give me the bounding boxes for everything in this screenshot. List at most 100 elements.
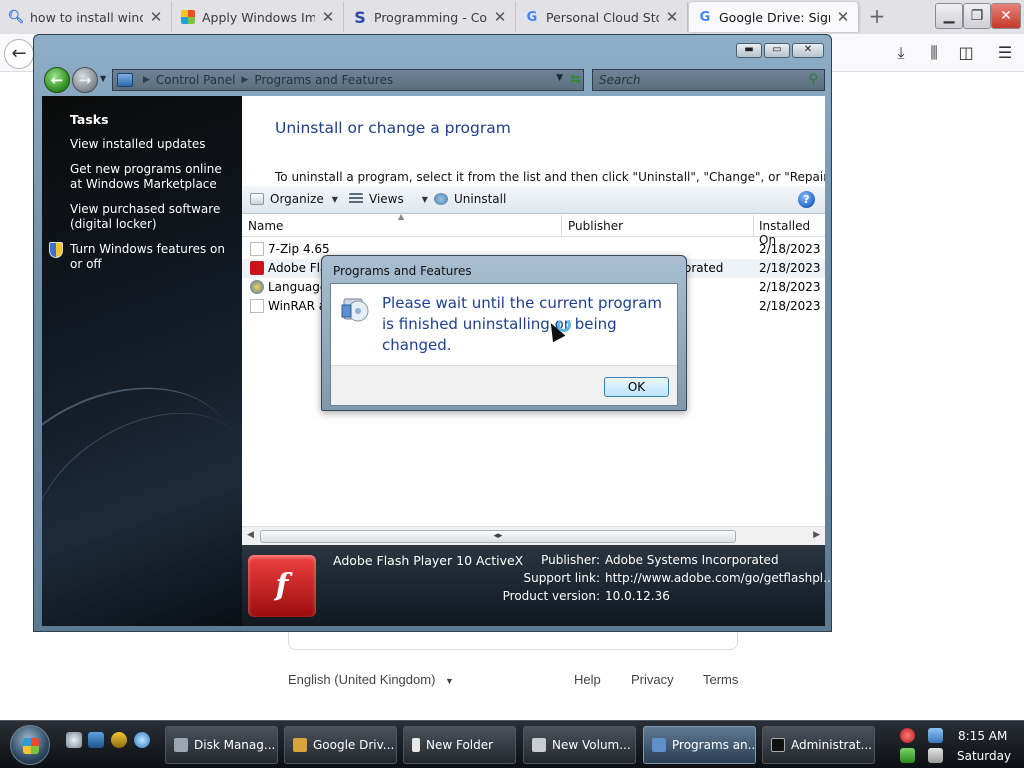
recent-pages-icon[interactable]: ▼ bbox=[100, 74, 106, 83]
sidebar-icon[interactable]: ◫ bbox=[955, 42, 977, 64]
maximize-button[interactable]: ❐ bbox=[963, 3, 991, 29]
help-link[interactable]: Help bbox=[574, 672, 601, 687]
program-publisher: orated bbox=[684, 261, 724, 275]
forward-arrow-icon[interactable]: → bbox=[72, 67, 98, 93]
quick-launch-icon[interactable] bbox=[111, 732, 127, 748]
scroll-left-icon[interactable]: ◀ bbox=[247, 530, 254, 540]
dialog-title: Programs and Features bbox=[333, 264, 472, 278]
menu-icon[interactable]: ☰ bbox=[994, 42, 1016, 64]
dialog-footer: OK bbox=[331, 365, 677, 405]
tasks-heading: Tasks bbox=[70, 112, 109, 127]
maximize-button[interactable]: ▭ bbox=[764, 43, 790, 58]
column-publisher[interactable]: Publisher bbox=[568, 219, 623, 233]
tab-apply-windows-image[interactable]: Apply Windows Ima ✕ bbox=[172, 2, 344, 32]
refresh-icon[interactable]: ⇆ bbox=[570, 72, 581, 87]
terms-link[interactable]: Terms bbox=[703, 672, 738, 687]
close-icon[interactable]: ✕ bbox=[321, 8, 335, 26]
support-link-value[interactable]: http://www.adobe.com/go/getflashpl... bbox=[605, 571, 835, 585]
chevron-down-icon[interactable]: ▼ bbox=[556, 73, 563, 83]
window-title-bar[interactable]: ▬ ▭ ✕ bbox=[34, 35, 831, 65]
close-icon[interactable]: ✕ bbox=[836, 8, 850, 26]
internet-explorer-icon[interactable] bbox=[134, 732, 150, 748]
column-name[interactable]: Name bbox=[248, 219, 283, 233]
breadcrumb-separator-icon: ▶ bbox=[143, 75, 150, 85]
close-icon[interactable]: ✕ bbox=[493, 8, 507, 26]
organize-icon bbox=[250, 193, 264, 205]
tab-how-to-install[interactable]: 🔍︎ how to install windo ✕ bbox=[0, 2, 172, 32]
security-alert-icon[interactable] bbox=[900, 728, 915, 743]
horizontal-scrollbar[interactable]: ◀ ◂▸ ▶ bbox=[242, 526, 825, 545]
windows-logo-icon bbox=[23, 738, 39, 754]
google-card-edge bbox=[288, 632, 738, 650]
close-window-button[interactable]: ✕ bbox=[792, 43, 824, 58]
scroll-right-icon[interactable]: ▶ bbox=[813, 530, 820, 540]
start-button[interactable] bbox=[10, 725, 50, 765]
organize-button[interactable]: Organize ▼ bbox=[250, 192, 338, 206]
shield-icon bbox=[49, 242, 63, 258]
show-desktop-icon[interactable] bbox=[66, 732, 82, 748]
column-headers: ▲ Name Publisher Installed On bbox=[242, 212, 825, 247]
search-input[interactable]: Search ⚲ bbox=[592, 69, 825, 91]
tab-personal-cloud[interactable]: G Personal Cloud Stor ✕ bbox=[516, 2, 688, 32]
program-name: Adobe Fla bbox=[268, 261, 328, 275]
back-button[interactable]: ← bbox=[4, 39, 34, 69]
language-label: English (United Kingdom) bbox=[288, 672, 436, 687]
search-icon[interactable]: ⚲ bbox=[808, 72, 818, 87]
uninstall-button[interactable]: Uninstall bbox=[434, 192, 506, 206]
organize-label: Organize bbox=[270, 192, 324, 206]
task-turn-windows-features[interactable]: Turn Windows features on or off bbox=[70, 242, 235, 272]
tab-title: Google Drive: Sign-in bbox=[719, 9, 830, 25]
scroll-thumb[interactable]: ◂▸ bbox=[260, 530, 736, 543]
program-installed-on: 2/18/2023 bbox=[759, 280, 821, 294]
control-panel-icon bbox=[117, 73, 133, 87]
minimize-button[interactable]: ▬ bbox=[736, 43, 762, 58]
language-selector[interactable]: English (United Kingdom) ▼ bbox=[288, 672, 454, 687]
search-icon: 🔍︎ bbox=[7, 9, 25, 25]
taskbar-button-label: Administrat... bbox=[791, 738, 872, 752]
task-pane: Tasks View installed updates Get new pro… bbox=[42, 96, 242, 626]
google-g-icon: G bbox=[699, 9, 711, 25]
column-divider[interactable] bbox=[561, 215, 562, 237]
taskbar: Disk Manag... Google Driv... New Folder … bbox=[0, 720, 1024, 768]
back-arrow-icon[interactable]: ← bbox=[44, 67, 70, 93]
taskbar-button-new-volume[interactable]: New Volum... bbox=[523, 726, 636, 764]
tab-google-drive[interactable]: G Google Drive: Sign-in ✕ bbox=[689, 2, 859, 32]
address-bar[interactable]: ▶ Control Panel ▶ Programs and Features … bbox=[112, 69, 584, 91]
close-icon[interactable]: ✕ bbox=[665, 8, 679, 26]
help-icon[interactable]: ? bbox=[798, 191, 815, 208]
tab-programming[interactable]: S Programming - Com ✕ bbox=[344, 2, 516, 32]
switch-windows-icon[interactable] bbox=[88, 732, 104, 748]
network-icon[interactable] bbox=[928, 728, 943, 743]
program-installed-on: 2/18/2023 bbox=[759, 299, 821, 313]
folder-icon bbox=[412, 738, 420, 752]
clock-time[interactable]: 8:15 AM bbox=[958, 729, 1007, 743]
ok-button[interactable]: OK bbox=[604, 377, 669, 397]
download-icon[interactable]: ⤓ bbox=[890, 42, 912, 64]
taskbar-button-programs-features[interactable]: Programs an... bbox=[643, 726, 756, 764]
taskbar-button-new-folder[interactable]: New Folder bbox=[403, 726, 516, 764]
product-version-value: 10.0.12.36 bbox=[605, 589, 670, 603]
safely-remove-icon[interactable] bbox=[900, 748, 915, 763]
clock-day[interactable]: Saturday bbox=[957, 749, 1011, 763]
taskbar-button-google-drive[interactable]: Google Driv... bbox=[284, 726, 397, 764]
taskbar-button-disk-management[interactable]: Disk Manag... bbox=[165, 726, 278, 764]
breadcrumb-programs-features[interactable]: Programs and Features bbox=[254, 73, 393, 87]
breadcrumb-control-panel[interactable]: Control Panel bbox=[156, 73, 236, 87]
program-name: Language bbox=[268, 280, 328, 294]
close-window-button[interactable]: ✕ bbox=[991, 3, 1021, 29]
privacy-link[interactable]: Privacy bbox=[631, 672, 674, 687]
details-pane: f Adobe Flash Player 10 ActiveX Publishe… bbox=[242, 545, 835, 626]
caret-down-icon: ▼ bbox=[445, 676, 454, 686]
taskbar-button-label: New Volum... bbox=[552, 738, 631, 752]
volume-speaker-icon[interactable] bbox=[928, 748, 943, 763]
column-divider[interactable] bbox=[753, 215, 754, 237]
taskbar-button-administrator[interactable]: Administrat... bbox=[762, 726, 875, 764]
task-view-installed-updates[interactable]: View installed updates bbox=[70, 137, 235, 152]
new-tab-button[interactable]: + bbox=[866, 5, 888, 29]
library-icon[interactable]: ⫼ bbox=[923, 42, 945, 64]
close-icon[interactable]: ✕ bbox=[149, 8, 163, 26]
minimize-button[interactable]: ▁ bbox=[935, 3, 963, 29]
task-get-new-programs[interactable]: Get new programs online at Windows Marke… bbox=[70, 162, 235, 192]
task-view-purchased-software[interactable]: View purchased software (digital locker) bbox=[70, 202, 235, 232]
views-button[interactable]: Views ▼ bbox=[349, 192, 428, 206]
